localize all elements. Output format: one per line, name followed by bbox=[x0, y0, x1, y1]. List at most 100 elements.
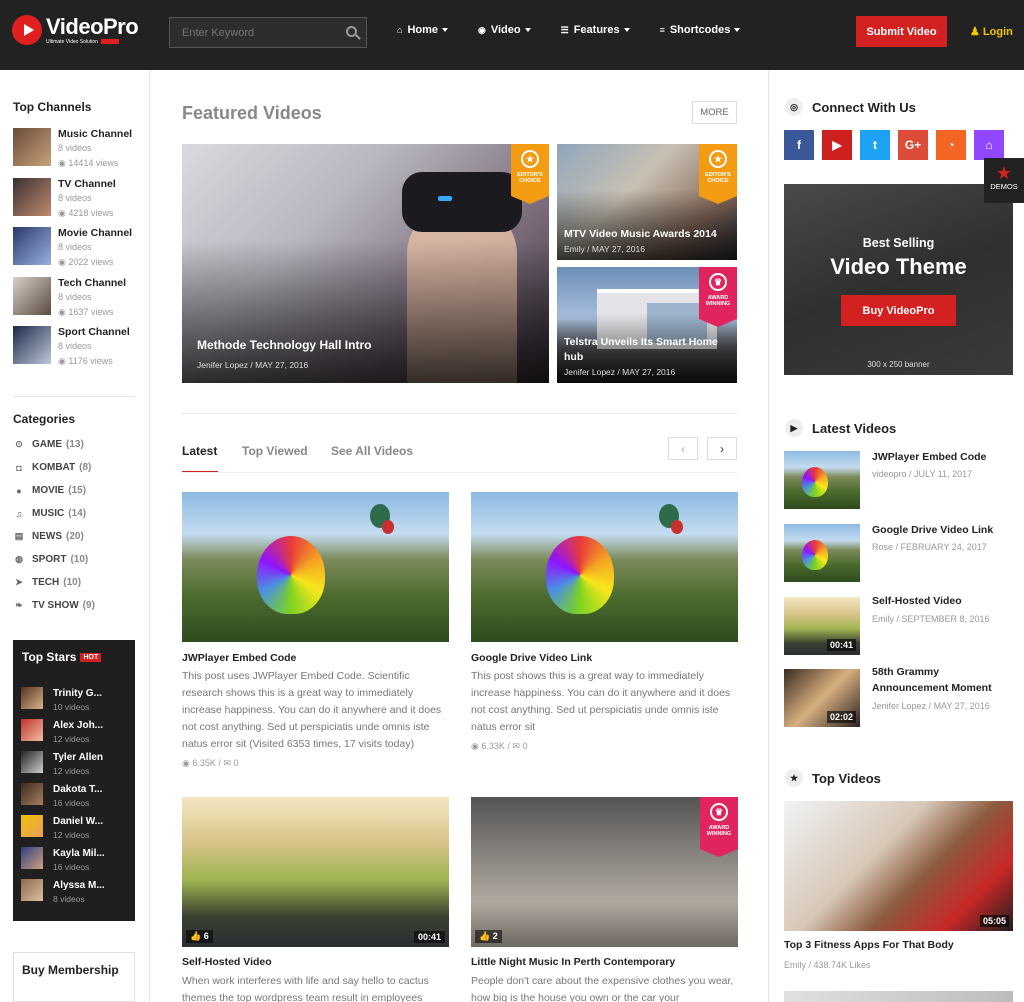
site-header: VideoPro Ultimate Video Solution ⌂Home ◉… bbox=[0, 0, 1024, 70]
twitch-icon[interactable]: ⌂ bbox=[974, 130, 1004, 160]
video-thumbnail bbox=[784, 524, 860, 582]
channel-item[interactable]: TV Channel 8 videos ◉ 4218 views bbox=[13, 178, 116, 221]
right-sidebar: ◎ Connect With Us f ▶ t G+ ◔ ⌂ Best Selli… bbox=[768, 70, 1024, 1002]
play-icon: ▶ bbox=[785, 419, 803, 437]
star-item[interactable]: Tyler Allen 12 videos bbox=[21, 751, 103, 778]
video-thumbnail[interactable] bbox=[182, 492, 449, 642]
category-tech[interactable]: ➤ TECH (10) bbox=[13, 577, 81, 588]
next-video-thumbnail[interactable] bbox=[784, 991, 1013, 1002]
banner-size-label: 300 x 250 banner bbox=[867, 360, 930, 369]
buy-videopro-button[interactable]: Buy VideoPro bbox=[841, 295, 956, 326]
search-input[interactable] bbox=[170, 18, 330, 47]
tab-top-viewed[interactable]: Top Viewed bbox=[242, 444, 308, 458]
buy-membership-widget[interactable]: Buy Membership bbox=[13, 952, 135, 1002]
editors-choice-badge: ★ EDITOR'S CHOICE bbox=[699, 144, 737, 204]
star-icon: ★ bbox=[709, 150, 727, 168]
left-sidebar: Top Channels Music Channel 8 videos ◉ 1441… bbox=[0, 70, 150, 1002]
more-button[interactable]: MORE bbox=[692, 101, 737, 124]
rss-icon[interactable]: ◔ bbox=[936, 130, 966, 160]
tab-latest[interactable]: Latest bbox=[182, 444, 217, 458]
chevron-right-icon: › bbox=[720, 441, 724, 456]
video-duration: 02:02 bbox=[826, 711, 856, 723]
video-duration: 05:05 bbox=[979, 915, 1009, 927]
category-tv-show[interactable]: ❧ TV SHOW (9) bbox=[13, 600, 95, 611]
video-description: This post shows this is a great way to i… bbox=[471, 670, 731, 733]
video-thumbnail[interactable]: ♛ AWARD WINNING 👍 2 bbox=[471, 797, 738, 947]
comment-icon: ✉ bbox=[223, 758, 234, 768]
logo-name: VideoPro bbox=[46, 13, 139, 39]
category-movie[interactable]: ● MOVIE (15) bbox=[13, 485, 86, 496]
database-icon: ≡ bbox=[659, 25, 665, 35]
eye-icon: ◉ bbox=[58, 307, 69, 317]
nav-shortcodes[interactable]: ≡ Shortcodes bbox=[660, 24, 741, 36]
channel-item[interactable]: Sport Channel 8 videos ◉ 1176 views bbox=[13, 326, 130, 369]
eye-icon: ◉ bbox=[58, 158, 69, 168]
demos-button[interactable]: ★ DEMOS bbox=[984, 158, 1024, 203]
top-video-thumbnail[interactable]: 05:05 bbox=[784, 801, 1013, 931]
star-item[interactable]: Alyssa M... 8 videos bbox=[21, 879, 105, 906]
star-item[interactable]: Dakota T... 16 videos bbox=[21, 783, 102, 810]
video-thumbnail: 02:02 bbox=[784, 669, 860, 727]
video-thumbnail[interactable]: 👍 6 00:41 bbox=[182, 797, 449, 947]
ad-banner[interactable]: Best Selling Video Theme Buy VideoPro 30… bbox=[784, 184, 1013, 375]
nav-features[interactable]: ☰ Features bbox=[561, 24, 630, 36]
video-title: JWPlayer Embed Code bbox=[872, 451, 987, 463]
caret-down-icon bbox=[442, 28, 448, 32]
divider bbox=[13, 396, 135, 397]
channel-item[interactable]: Music Channel 8 videos ◉ 14414 views bbox=[13, 128, 132, 171]
nav-video[interactable]: ◉ Video bbox=[478, 24, 531, 36]
tab-see-all-videos[interactable]: See All Videos bbox=[331, 444, 413, 458]
channel-thumbnail bbox=[13, 178, 51, 216]
prev-arrow-button[interactable]: ‹ bbox=[668, 437, 698, 460]
top-stars-widget: Top Stars HOT Trinity G... 10 videos Alex … bbox=[13, 640, 135, 921]
top-video-title[interactable]: Top 3 Fitness Apps For That Body bbox=[784, 939, 954, 951]
music-icon: ♫ bbox=[15, 508, 23, 519]
search-icon[interactable] bbox=[346, 26, 357, 37]
globe-icon: ◎ bbox=[785, 98, 803, 116]
star-item[interactable]: Daniel W... 12 videos bbox=[21, 815, 103, 842]
eye-icon: ◉ bbox=[58, 208, 69, 218]
category-music[interactable]: ♫ MUSIC (14) bbox=[13, 508, 86, 519]
star-item[interactable]: Kayla Mil... 16 videos bbox=[21, 847, 105, 874]
video-duration: 00:41 bbox=[413, 931, 445, 943]
video-title[interactable]: Self-Hosted Video bbox=[182, 956, 272, 968]
video-title[interactable]: JWPlayer Embed Code bbox=[182, 652, 296, 664]
featured-video-small[interactable]: ★ EDITOR'S CHOICE MTV Video Music Awards … bbox=[557, 144, 737, 260]
newspaper-icon: ▤ bbox=[14, 531, 24, 541]
featured-video-small[interactable]: ♛ AWARD WINNING Telstra Unveils Its Smart… bbox=[557, 267, 737, 383]
channel-item[interactable]: Tech Channel 8 videos ◉ 1637 views bbox=[13, 277, 126, 320]
avatar bbox=[21, 751, 43, 773]
video-title: 58th Grammy Announcement Moment bbox=[872, 666, 992, 694]
comment-icon: ✉ bbox=[512, 741, 523, 751]
category-game[interactable]: ⊙ GAME (13) bbox=[13, 439, 84, 450]
youtube-icon[interactable]: ▶ bbox=[822, 130, 852, 160]
video-title: Self-Hosted Video bbox=[872, 595, 962, 607]
channel-item[interactable]: Movie Channel 8 videos ◉ 2022 views bbox=[13, 227, 132, 270]
twitter-icon[interactable]: t bbox=[860, 130, 890, 160]
top-stars-title: Top Stars bbox=[22, 650, 77, 664]
submit-video-button[interactable]: Submit Video bbox=[856, 16, 947, 47]
category-sport[interactable]: ◍ SPORT (10) bbox=[13, 554, 88, 565]
logo[interactable]: VideoPro Ultimate Video Solution bbox=[12, 13, 139, 45]
avatar bbox=[21, 879, 43, 901]
category-kombat[interactable]: ◘ KOMBAT (8) bbox=[13, 462, 91, 473]
google-plus-icon[interactable]: G+ bbox=[898, 130, 928, 160]
channel-thumbnail bbox=[13, 128, 51, 166]
trophy-icon: ♛ bbox=[709, 273, 727, 291]
video-title[interactable]: Google Drive Video Link bbox=[471, 652, 592, 664]
video-thumbnail[interactable] bbox=[471, 492, 738, 642]
star-item[interactable]: Trinity G... 10 videos bbox=[21, 687, 102, 714]
star-icon: ★ bbox=[785, 769, 803, 787]
category-news[interactable]: ▤ NEWS (20) bbox=[13, 531, 84, 542]
next-arrow-button[interactable]: › bbox=[707, 437, 737, 460]
video-title[interactable]: Little Night Music In Perth Contemporary bbox=[471, 956, 675, 968]
main-content: Featured Videos MORE ★ EDITOR'S CHOICE Me… bbox=[151, 70, 768, 1002]
featured-video-main[interactable]: ★ EDITOR'S CHOICE Methode Technology Hall… bbox=[182, 144, 549, 383]
login-link[interactable]: ♟ Login bbox=[970, 25, 1013, 38]
latest-videos-title: Latest Videos bbox=[812, 420, 897, 436]
facebook-icon[interactable]: f bbox=[784, 130, 814, 160]
nav-home[interactable]: ⌂ Home bbox=[397, 24, 448, 36]
avatar bbox=[21, 687, 43, 709]
star-item[interactable]: Alex Joh... 12 videos bbox=[21, 719, 103, 746]
eye-icon: ◉ bbox=[58, 356, 69, 366]
